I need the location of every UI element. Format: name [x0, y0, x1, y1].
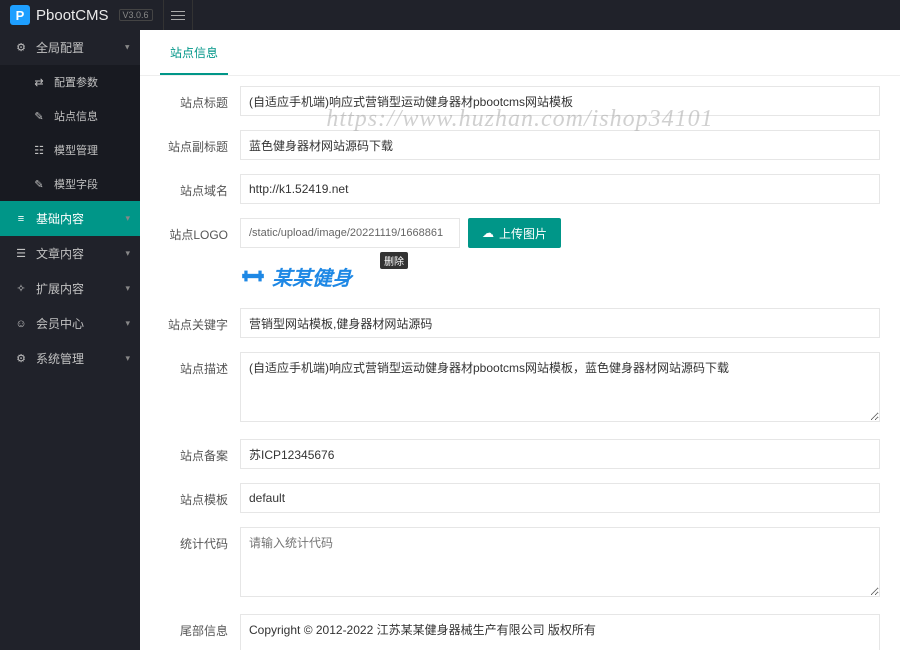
chevron-icon: ▴ [125, 42, 130, 53]
label-stats: 统计代码 [160, 527, 240, 552]
sidebar-item-0[interactable]: ⚙ 全局配置 ▴ [0, 30, 140, 65]
sidebar-icon: ≡ [14, 213, 28, 225]
label-site-logo: 站点LOGO [160, 218, 240, 243]
label-template: 站点模板 [160, 483, 240, 508]
label-site-subtitle: 站点副标题 [160, 130, 240, 155]
sidebar-icon: ✧ [14, 282, 28, 295]
chevron-icon: ▾ [125, 353, 130, 364]
sidebar-item-6[interactable]: ☰ 文章内容 ▾ [0, 236, 140, 271]
label-site-title: 站点标题 [160, 86, 240, 111]
chevron-icon: ▾ [125, 318, 130, 329]
version-badge: V3.0.6 [119, 9, 153, 21]
sidebar-label: 模型字段 [54, 176, 98, 192]
content-panel: https://www.huzhan.com/ishop34101 站点信息 站… [140, 30, 900, 650]
textarea-stats[interactable] [240, 527, 880, 597]
sidebar-label: 系统管理 [36, 350, 84, 367]
input-site-title[interactable] [240, 86, 880, 116]
sidebar-item-5[interactable]: ≡ 基础内容 ▾ [0, 201, 140, 236]
sidebar-icon: ☰ [14, 247, 28, 260]
sidebar-label: 基础内容 [36, 210, 84, 227]
sidebar-icon: ✎ [32, 110, 46, 123]
menu-toggle-button[interactable] [163, 0, 193, 30]
sidebar-label: 扩展内容 [36, 280, 84, 297]
preview-text: 某某健身 [272, 262, 352, 291]
sidebar-label: 会员中心 [36, 315, 84, 332]
input-icp[interactable] [240, 439, 880, 469]
sidebar-icon: ☺ [14, 318, 28, 330]
sidebar-item-7[interactable]: ✧ 扩展内容 ▾ [0, 271, 140, 306]
site-form: 站点标题 站点副标题 站点域名 站点LOGO [140, 76, 900, 650]
input-site-logo[interactable] [240, 218, 460, 248]
sidebar-item-3[interactable]: ☷ 模型管理 [0, 133, 140, 167]
label-keywords: 站点关键字 [160, 308, 240, 333]
delete-preview-button[interactable]: 删除 [380, 252, 408, 269]
sidebar-icon: ⚙ [14, 352, 28, 365]
sidebar-item-9[interactable]: ⚙ 系统管理 ▾ [0, 341, 140, 376]
sidebar-item-4[interactable]: ✎ 模型字段 [0, 167, 140, 201]
header-bar: P PbootCMS V3.0.6 [0, 0, 900, 30]
cloud-upload-icon: ☁ [482, 226, 494, 240]
sidebar-label: 配置参数 [54, 74, 98, 90]
sidebar-icon: ⚙ [14, 41, 28, 54]
chevron-icon: ▾ [125, 248, 130, 259]
label-description: 站点描述 [160, 352, 240, 377]
chevron-icon: ▾ [125, 213, 130, 224]
logo-icon: P [10, 5, 30, 25]
sidebar-item-8[interactable]: ☺ 会员中心 ▾ [0, 306, 140, 341]
upload-image-button[interactable]: ☁ 上传图片 [468, 218, 561, 248]
label-site-domain: 站点域名 [160, 174, 240, 199]
preview-image: 某某健身 [240, 258, 400, 294]
label-footer: 尾部信息 [160, 614, 240, 639]
chevron-icon: ▾ [125, 283, 130, 294]
sidebar-label: 站点信息 [54, 108, 98, 124]
hamburger-icon [171, 11, 185, 20]
logo-preview: 某某健身 删除 [240, 258, 400, 294]
brand-text: PbootCMS [36, 7, 109, 24]
input-site-domain[interactable] [240, 174, 880, 204]
sidebar-item-2[interactable]: ✎ 站点信息 [0, 99, 140, 133]
sidebar-icon: ⇄ [32, 76, 46, 89]
tab-site-info[interactable]: 站点信息 [160, 30, 228, 75]
sidebar-label: 文章内容 [36, 245, 84, 262]
sidebar-icon: ☷ [32, 144, 46, 157]
sidebar-label: 模型管理 [54, 142, 98, 158]
sidebar-item-1[interactable]: ⇄ 配置参数 [0, 65, 140, 99]
sidebar-icon: ✎ [32, 178, 46, 191]
input-keywords[interactable] [240, 308, 880, 338]
fitness-icon [240, 263, 266, 289]
input-template[interactable] [240, 483, 880, 513]
sidebar-label: 全局配置 [36, 39, 84, 56]
tab-bar: 站点信息 [140, 30, 900, 76]
logo[interactable]: P PbootCMS V3.0.6 [0, 5, 163, 25]
label-icp: 站点备案 [160, 439, 240, 464]
sidebar: ⚙ 全局配置 ▴ ⇄ 配置参数 ✎ 站点信息 ☷ 模型管理 ✎ 模型字段 ≡ 基础内容 ▾ ☰ 文章内容 ▾ ✧ 扩… [0, 30, 140, 650]
textarea-footer[interactable]: Copyright © 2012-2022 江苏某某健身器械生产有限公司 版权所… [240, 614, 880, 650]
textarea-description[interactable]: (自适应手机端)响应式营销型运动健身器材pbootcms网站模板，蓝色健身器材网… [240, 352, 880, 422]
input-site-subtitle[interactable] [240, 130, 880, 160]
upload-label: 上传图片 [499, 225, 547, 242]
